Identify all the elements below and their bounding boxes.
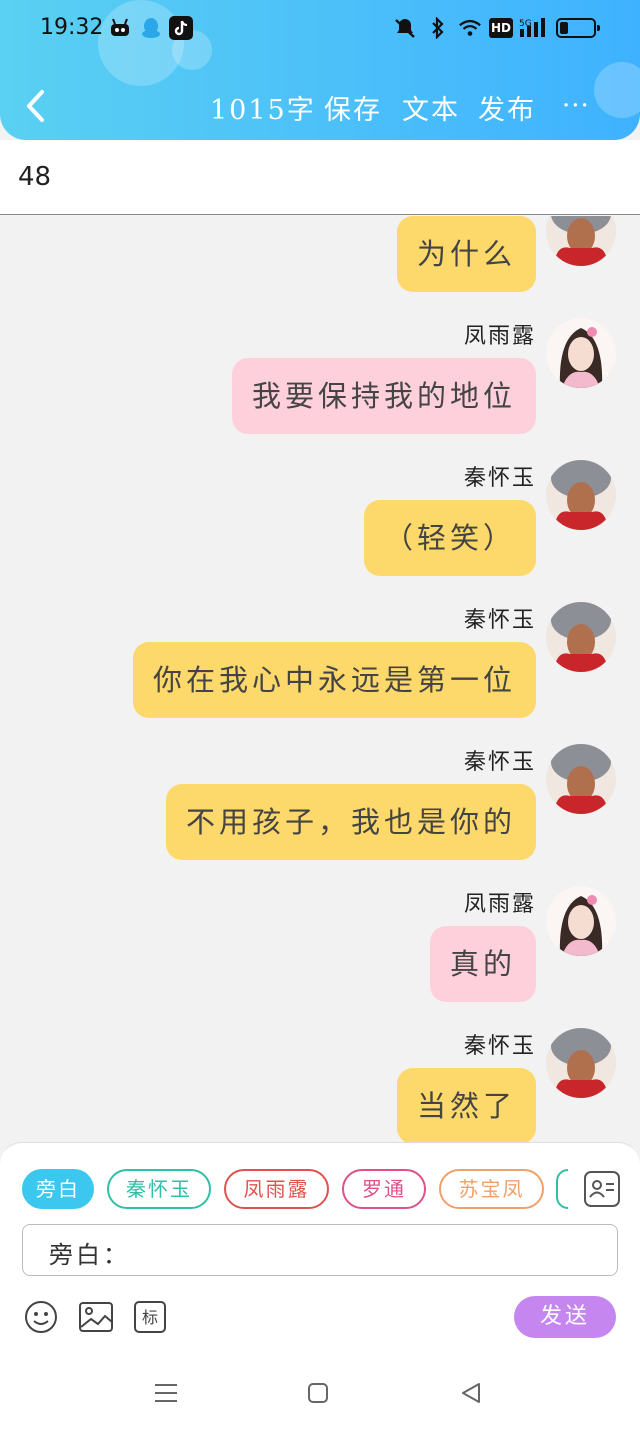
speaker-name: 秦怀玉 (463, 750, 536, 775)
role-chip-luotong[interactable]: 罗通 (342, 1169, 426, 1209)
chevron-left-icon (27, 90, 44, 122)
emoji-button[interactable] (24, 1300, 58, 1334)
title-field[interactable]: 48 (0, 140, 640, 215)
speaker-name: 秦怀玉 (463, 466, 536, 491)
avatar-male[interactable] (546, 460, 616, 530)
qq-penguin-icon (139, 16, 163, 40)
contacts-icon (589, 1180, 614, 1198)
speaker-name: 凤雨露 (463, 892, 536, 917)
tag-label: 标 (142, 1308, 158, 1327)
android-bot-icon (108, 16, 132, 40)
message-bubble[interactable]: 为什么 (396, 216, 536, 292)
hd-icon: HD (489, 18, 513, 38)
chat-list[interactable]: 为什么 凤雨露 我要保持我的地位 秦怀玉 （轻笑） 秦怀玉 你在我心中永远是第一… (0, 216, 640, 1142)
role-chip-overflow[interactable] (556, 1169, 568, 1209)
role-chip-fengyulu[interactable]: 凤雨露 (224, 1169, 329, 1209)
input-role-label: 旁白： (49, 1241, 130, 1269)
home-icon[interactable] (307, 1382, 329, 1404)
speaker-name: 秦怀玉 (463, 608, 536, 633)
message-bubble[interactable]: 不用孩子，我也是你的 (165, 784, 536, 860)
image-button[interactable] (78, 1300, 114, 1334)
back-triangle-icon[interactable] (460, 1382, 482, 1404)
app-header: 19:32 HD 5G 1015字 保存 文本 发布 ··· (0, 0, 640, 140)
mute-icon (393, 16, 417, 40)
avatar-male[interactable] (546, 1028, 616, 1098)
image-icon (79, 1302, 113, 1332)
publish-button[interactable]: 发布 (478, 88, 536, 127)
menu-icon[interactable] (154, 1382, 178, 1404)
speaker-name: 凤雨露 (463, 324, 536, 349)
send-button[interactable]: 发送 (514, 1296, 616, 1338)
save-button[interactable]: 保存 (324, 88, 382, 127)
role-chip-subaofeng[interactable]: 苏宝凤 (439, 1169, 544, 1209)
text-button[interactable]: 文本 (402, 88, 460, 127)
tag-button[interactable]: 标 (133, 1300, 167, 1334)
bluetooth-icon (426, 16, 450, 40)
back-button[interactable] (20, 86, 50, 126)
avatar-male[interactable] (546, 744, 616, 814)
speaker-name: 秦怀玉 (463, 1034, 536, 1059)
tiktok-icon (169, 16, 193, 40)
message-bubble[interactable]: 我要保持我的地位 (231, 358, 536, 434)
status-time: 19:32 (40, 15, 104, 40)
role-chip-qinhuaiyu[interactable]: 秦怀玉 (107, 1169, 211, 1209)
role-list-button[interactable] (584, 1171, 620, 1207)
avatar-male[interactable] (546, 602, 616, 672)
avatar-male[interactable] (546, 216, 616, 266)
title-value: 48 (18, 162, 52, 192)
word-count: 1015字 (210, 95, 316, 126)
message-bubble[interactable]: 真的 (429, 926, 536, 1002)
emoji-icon (25, 1301, 57, 1333)
role-chip-narrator[interactable]: 旁白 (22, 1169, 94, 1209)
battery-icon (556, 18, 600, 38)
message-input[interactable]: 旁白： (22, 1224, 618, 1276)
status-bar: 19:32 HD 5G (0, 0, 640, 56)
system-nav-bar (0, 1356, 640, 1433)
signal-5g-icon: 5G (519, 16, 549, 40)
avatar-female[interactable] (546, 886, 616, 956)
battery-level (560, 22, 568, 34)
wifi-icon (458, 16, 482, 40)
avatar-female[interactable] (546, 318, 616, 388)
message-bubble[interactable]: 当然了 (396, 1068, 536, 1142)
tag-icon: 标 (134, 1301, 166, 1333)
more-button[interactable]: ··· (562, 92, 602, 120)
message-bubble[interactable]: 你在我心中永远是第一位 (132, 642, 536, 718)
message-bubble[interactable]: （轻笑） (363, 500, 536, 576)
